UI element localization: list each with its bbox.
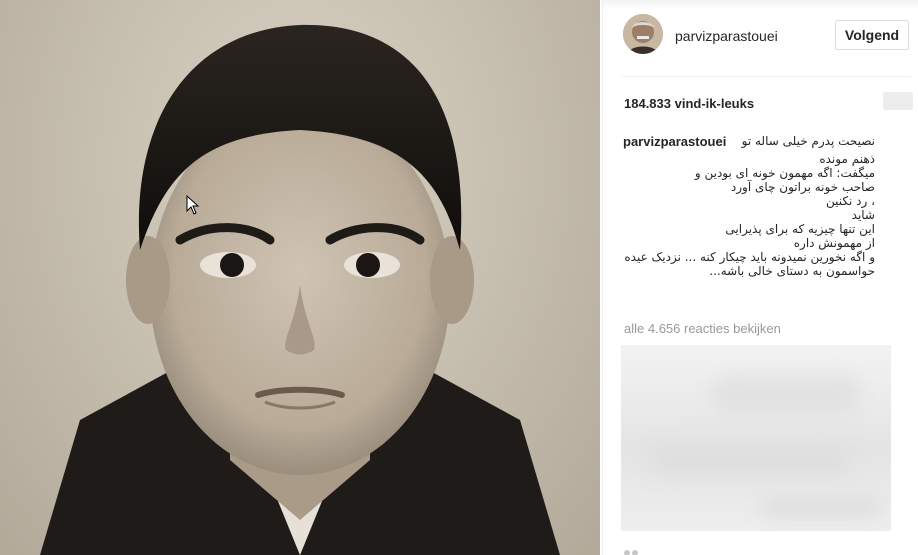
caption-line: ذهنم مونده xyxy=(819,152,875,166)
caption-line: شاید xyxy=(851,208,875,222)
caption-line: این تنها چیزیه که برای پذیرایی xyxy=(725,222,875,236)
post-header: parvizparastouei Volgend xyxy=(623,14,913,60)
blurred-comments xyxy=(621,345,891,531)
likes-count[interactable]: 184.833 vind-ik-leuks xyxy=(624,96,754,111)
portrait-image xyxy=(40,24,560,555)
username[interactable]: parvizparastouei xyxy=(675,28,778,44)
view-comments-link[interactable]: alle 4.656 reacties bekijken xyxy=(624,321,781,336)
caption-line: حواسمون به دستای خالی باشه... xyxy=(709,264,875,278)
caption-line: و اگه نخورین نمیدونه باید چیکار کنه ... … xyxy=(624,250,875,264)
comment-icon[interactable] xyxy=(623,545,639,555)
top-shadow xyxy=(603,0,918,10)
mouse-cursor-icon xyxy=(186,195,200,215)
post-photo[interactable] xyxy=(0,0,600,555)
caption-line: از مهمونش داره xyxy=(793,236,875,250)
caption-line: میگفت: اگه مهمون خونه ای بودین و xyxy=(694,166,875,180)
caption-username[interactable]: parvizparastouei xyxy=(623,134,726,149)
avatar-image xyxy=(623,14,663,54)
caption-line-first: نصیحت پدرم خیلی ساله تو xyxy=(741,134,875,148)
caption: ذهنم مونده میگفت: اگه مهمون خونه ای بودی… xyxy=(623,152,875,278)
follow-button[interactable]: Volgend xyxy=(835,20,909,50)
divider xyxy=(621,76,911,77)
post-sidebar: parvizparastouei Volgend 184.833 vind-ik… xyxy=(602,0,918,555)
caption-line: ، رد نکنین xyxy=(826,194,875,208)
placeholder-chip xyxy=(883,92,913,110)
avatar[interactable] xyxy=(623,14,663,54)
caption-line: صاحب خونه براتون چای آورد xyxy=(730,180,875,194)
